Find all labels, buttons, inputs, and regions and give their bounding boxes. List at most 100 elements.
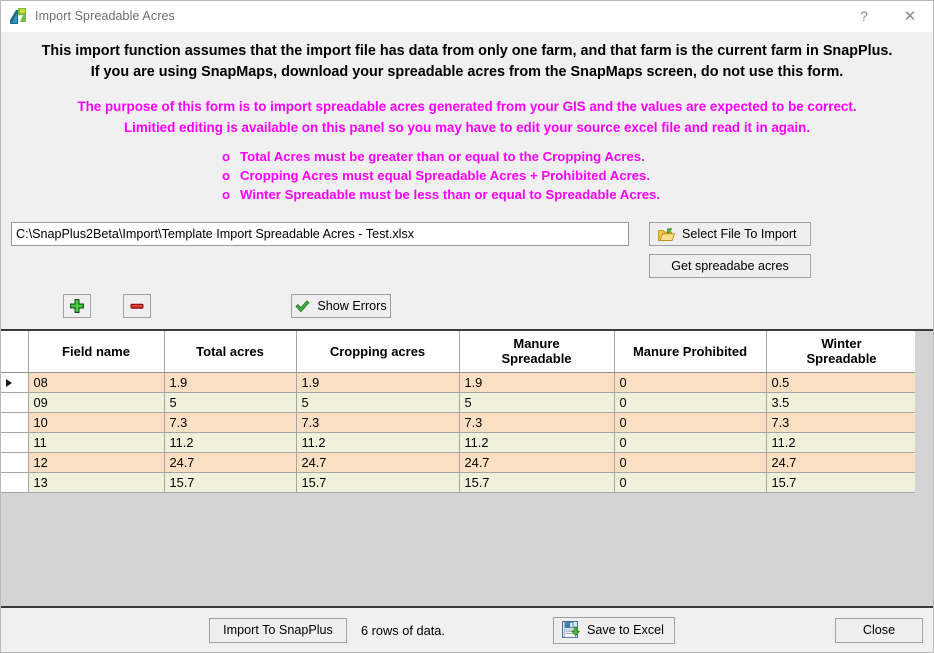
instructions-panel: This import function assumes that the im… (1, 32, 933, 204)
cell-field-name[interactable]: 12 (28, 452, 165, 473)
instruction-line-1: This import function assumes that the im… (41, 43, 893, 59)
cell-total-acres[interactable]: 7.3 (164, 412, 297, 433)
cell-manure-prohibited[interactable]: 0 (614, 412, 767, 433)
get-spreadable-acres-label: Get spreadabe acres (671, 259, 789, 273)
snapplus-logo-icon (9, 7, 27, 25)
get-spreadable-acres-button[interactable]: Get spreadabe acres (649, 254, 811, 278)
row-indicator[interactable] (1, 392, 29, 413)
show-errors-label: Show Errors (317, 299, 387, 313)
row-indicator[interactable] (1, 432, 29, 453)
cell-manure-prohibited[interactable]: 0 (614, 432, 767, 453)
column-header-manure-spreadable-line1: Manure (513, 336, 560, 352)
cell-winter-spreadable[interactable]: 0.5 (766, 372, 918, 393)
floppy-save-icon (561, 621, 581, 639)
help-button[interactable]: ? (841, 1, 887, 32)
column-header-manure-spreadable-line2: Spreadable (501, 351, 572, 367)
cell-total-acres[interactable]: 1.9 (164, 372, 297, 393)
show-errors-button[interactable]: Show Errors (291, 294, 391, 318)
column-header-manure-spreadable[interactable]: Manure Spreadable (459, 331, 615, 373)
cell-field-name[interactable]: 13 (28, 472, 165, 493)
cell-manure-prohibited[interactable]: 0 (614, 372, 767, 393)
instruction-line-2: If you are using SnapMaps, download your… (90, 64, 844, 80)
cell-total-acres[interactable]: 15.7 (164, 472, 297, 493)
title-bar: Import Spreadable Acres ? ✕ (1, 1, 933, 32)
cell-total-acres[interactable]: 24.7 (164, 452, 297, 473)
spreadable-acres-grid[interactable]: Field name Total acres Cropping acres Ma… (1, 329, 933, 608)
column-header-winter-spreadable-line1: Winter (821, 336, 862, 352)
cell-cropping-acres[interactable]: 24.7 (296, 452, 460, 473)
column-header-manure-prohibited-line1: Manure Prohibited (632, 343, 748, 359)
import-to-snapplus-button[interactable]: Import To SnapPlus (209, 617, 347, 643)
close-window-button[interactable]: ✕ (887, 1, 933, 32)
column-header-cropping-acres[interactable]: Cropping acres (296, 331, 460, 373)
cell-field-name[interactable]: 08 (28, 372, 165, 393)
grid-header-row: Field name Total acres Cropping acres Ma… (1, 331, 918, 373)
row-indicator[interactable] (1, 472, 29, 493)
cell-winter-spreadable[interactable]: 15.7 (766, 472, 918, 493)
rule-item-1-text: Total Acres must be greater than or equa… (240, 149, 645, 164)
cell-winter-spreadable[interactable]: 11.2 (766, 432, 918, 453)
row-indicator-current[interactable] (1, 372, 29, 393)
import-file-path-input[interactable] (11, 222, 629, 246)
cell-manure-prohibited[interactable]: 0 (614, 472, 767, 493)
cell-total-acres[interactable]: 11.2 (164, 432, 297, 453)
column-header-manure-prohibited[interactable]: Manure Prohibited (614, 331, 767, 373)
red-minus-icon (129, 298, 145, 314)
close-button-label: Close (862, 623, 896, 637)
cell-total-acres[interactable]: 5 (164, 392, 297, 413)
cell-winter-spreadable[interactable]: 7.3 (766, 412, 918, 433)
cell-cropping-acres[interactable]: 11.2 (296, 432, 460, 453)
row-indicator[interactable] (1, 452, 29, 473)
current-row-arrow-icon (6, 379, 12, 388)
cell-cropping-acres[interactable]: 15.7 (296, 472, 460, 493)
rule-item-2-text: Cropping Acres must equal Spreadable Acr… (240, 168, 651, 183)
cell-manure-spreadable[interactable]: 11.2 (459, 432, 615, 453)
table-row[interactable]: 08 1.9 1.9 1.9 0 0.5 (1, 372, 918, 393)
open-folder-import-icon (658, 227, 676, 242)
cell-winter-spreadable[interactable]: 3.5 (766, 392, 918, 413)
green-check-icon (295, 299, 310, 313)
window-title: Import Spreadable Acres (35, 9, 175, 23)
cell-manure-prohibited[interactable]: 0 (614, 392, 767, 413)
grid-toolbar: Show Errors (1, 291, 933, 321)
remove-row-button[interactable] (123, 294, 151, 318)
table-row[interactable]: 09 5 5 5 0 3.5 (1, 392, 918, 413)
column-header-field-name-line1: Field name (62, 343, 130, 359)
cell-field-name[interactable]: 09 (28, 392, 165, 413)
cell-cropping-acres[interactable]: 7.3 (296, 412, 460, 433)
cell-winter-spreadable[interactable]: 24.7 (766, 452, 918, 473)
column-header-winter-spreadable[interactable]: Winter Spreadable (766, 331, 918, 373)
column-header-field-name[interactable]: Field name (28, 331, 165, 373)
cell-manure-spreadable[interactable]: 5 (459, 392, 615, 413)
rule-item-3-text: Winter Spreadable must be less than or e… (240, 187, 661, 202)
table-row[interactable]: 12 24.7 24.7 24.7 0 24.7 (1, 452, 918, 473)
add-row-button[interactable] (63, 294, 91, 318)
rules-list: o Total Acres must be greater than or eq… (11, 147, 923, 204)
cell-manure-prohibited[interactable]: 0 (614, 452, 767, 473)
dialog-footer: Import To SnapPlus 6 rows of data. Save … (1, 608, 933, 652)
table-row[interactable]: 11 11.2 11.2 11.2 0 11.2 (1, 432, 918, 453)
cell-manure-spreadable[interactable]: 15.7 (459, 472, 615, 493)
purpose-line-1: The purpose of this form is to import sp… (77, 99, 857, 114)
table-row[interactable]: 10 7.3 7.3 7.3 0 7.3 (1, 412, 918, 433)
grid-table: Field name Total acres Cropping acres Ma… (1, 331, 918, 493)
select-file-to-import-button[interactable]: Select File To Import (649, 222, 811, 246)
save-to-excel-button[interactable]: Save to Excel (552, 616, 675, 644)
cell-cropping-acres[interactable]: 1.9 (296, 372, 460, 393)
row-indicator-header (1, 331, 29, 373)
close-button[interactable]: Close (835, 617, 923, 643)
cell-field-name[interactable]: 11 (28, 432, 165, 453)
cell-manure-spreadable[interactable]: 1.9 (459, 372, 615, 393)
cell-cropping-acres[interactable]: 5 (296, 392, 460, 413)
column-header-total-acres[interactable]: Total acres (164, 331, 297, 373)
cell-manure-spreadable[interactable]: 24.7 (459, 452, 615, 473)
row-indicator[interactable] (1, 412, 29, 433)
cell-field-name[interactable]: 10 (28, 412, 165, 433)
table-row[interactable]: 13 15.7 15.7 15.7 0 15.7 (1, 472, 918, 493)
cell-manure-spreadable[interactable]: 7.3 (459, 412, 615, 433)
rule-item-2: o Cropping Acres must equal Spreadable A… (222, 166, 712, 185)
select-file-to-import-label: Select File To Import (682, 227, 797, 241)
bullet-marker-icon: o (222, 168, 231, 183)
bullet-marker-icon: o (222, 149, 231, 164)
rows-count-status: 6 rows of data. (361, 622, 445, 638)
